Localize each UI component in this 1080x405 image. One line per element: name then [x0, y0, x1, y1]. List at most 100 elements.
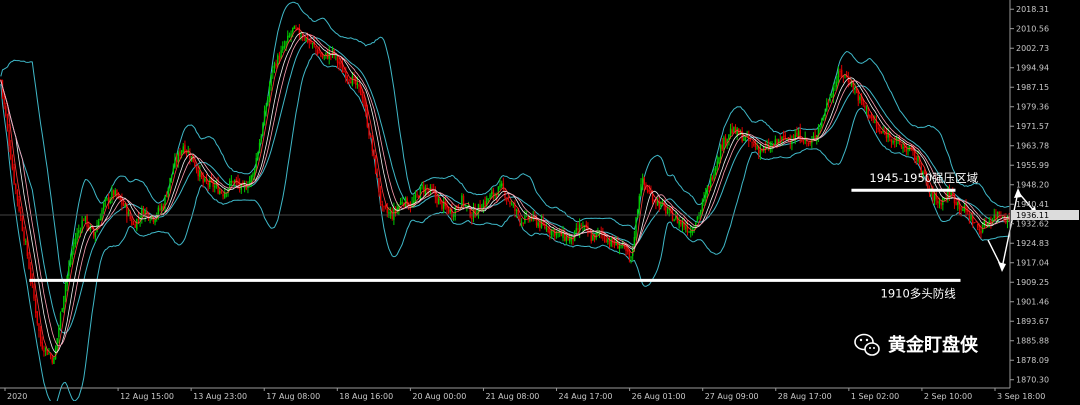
candle	[505, 197, 508, 205]
candle	[796, 126, 798, 137]
candle	[159, 203, 161, 212]
candle	[583, 224, 586, 231]
candle	[880, 130, 883, 134]
x-tick-label: 26 Aug 01:00	[632, 392, 686, 401]
candle	[444, 195, 446, 210]
candle	[117, 192, 120, 200]
y-tick-label: 1885.88	[1016, 337, 1049, 346]
candle	[452, 213, 455, 221]
candle	[371, 135, 374, 157]
candle	[282, 41, 284, 53]
candle	[258, 139, 261, 154]
candle	[489, 193, 491, 200]
candle	[107, 193, 110, 209]
candle	[618, 241, 621, 255]
candle	[955, 198, 957, 206]
candle	[59, 311, 62, 329]
candle	[519, 214, 521, 227]
candle	[267, 95, 269, 107]
candle	[834, 80, 836, 92]
watermark-text: 黄金盯盘侠	[888, 334, 979, 356]
candle	[731, 122, 733, 135]
candle	[58, 324, 60, 344]
candle	[6, 113, 9, 132]
candle	[759, 143, 762, 160]
candle	[36, 311, 39, 326]
candle	[698, 212, 700, 220]
candle	[608, 235, 611, 249]
candle	[532, 210, 534, 222]
candle	[641, 173, 644, 191]
candle	[209, 177, 211, 190]
candle	[640, 178, 642, 197]
candle	[69, 254, 72, 268]
candle	[840, 64, 843, 79]
y-tick-label: 1940.41	[1016, 200, 1049, 209]
candle	[376, 168, 378, 179]
candle	[688, 230, 690, 233]
candle	[383, 205, 385, 212]
candle	[718, 156, 720, 165]
candle	[471, 211, 473, 225]
candle	[29, 262, 32, 286]
x-tick-label: 12 Aug 15:00	[120, 392, 174, 401]
candle	[142, 205, 145, 216]
candle	[214, 180, 216, 193]
candle	[900, 143, 903, 150]
candle	[744, 136, 747, 142]
candle	[515, 208, 518, 218]
candle	[575, 223, 578, 234]
candle	[865, 105, 868, 115]
candle	[714, 165, 717, 176]
candle	[293, 25, 296, 30]
candle	[434, 186, 437, 204]
candle	[869, 114, 871, 119]
candle	[71, 246, 73, 266]
candle	[232, 180, 234, 184]
x-tick-label: 21 Aug 08:00	[485, 392, 539, 401]
candle	[638, 193, 641, 216]
candle	[18, 195, 20, 213]
candle	[25, 238, 27, 245]
candle	[520, 218, 523, 228]
candle	[262, 122, 264, 136]
candle	[316, 48, 319, 57]
candle	[13, 163, 15, 186]
candle	[64, 281, 67, 303]
candle	[985, 217, 987, 228]
candle	[391, 207, 393, 221]
candle	[610, 236, 612, 248]
candle	[53, 356, 55, 365]
y-tick-label: 1924.83	[1016, 239, 1049, 248]
candle	[711, 175, 714, 182]
candle	[199, 164, 201, 182]
candle	[821, 117, 823, 129]
candle	[61, 307, 63, 313]
candlestick-chart: 1945-1950强压区域 1910多头防线 2018.31 2010.56 2002…	[0, 0, 1080, 405]
candle	[175, 153, 178, 167]
candle	[272, 65, 274, 79]
candle	[39, 325, 42, 347]
x-tick-label: 28 Aug 17:00	[778, 392, 832, 401]
candle	[968, 210, 971, 224]
y-tick-label: 1955.99	[1016, 161, 1049, 170]
candle	[49, 353, 52, 360]
candle	[379, 185, 382, 207]
candle	[121, 193, 123, 211]
x-tick-label: 13 Aug 23:00	[193, 392, 247, 401]
candle	[691, 227, 694, 236]
x-tick-label: 18 Aug 16:00	[339, 392, 393, 401]
candle	[111, 185, 113, 204]
candle	[545, 223, 548, 232]
x-tick-label: 2020	[7, 392, 27, 401]
y-tick-label: 1893.67	[1016, 317, 1049, 326]
candle	[263, 105, 266, 126]
candle	[957, 201, 959, 211]
candle	[83, 218, 85, 222]
candle	[104, 196, 107, 208]
candle	[535, 214, 538, 228]
candle	[273, 61, 276, 74]
candle	[8, 124, 10, 153]
candle	[348, 78, 350, 85]
annotation-label: 1945-1950强压区域	[869, 171, 978, 185]
